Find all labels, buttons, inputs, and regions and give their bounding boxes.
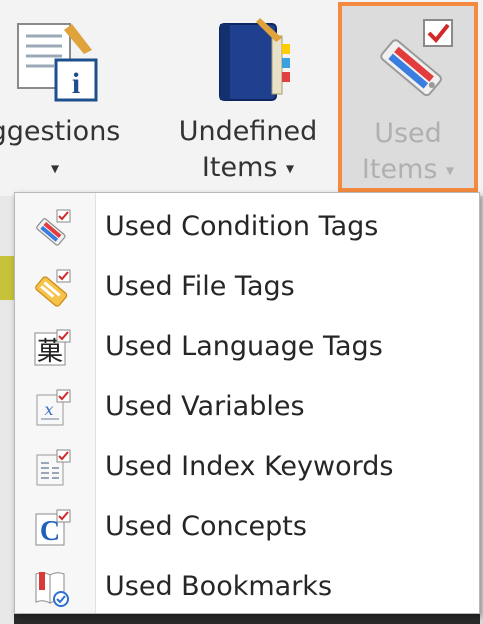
used-items-dropdown-menu: Used Condition Tags Used File Tags 菓 Use… xyxy=(14,192,480,614)
menu-item-label: Used Bookmarks xyxy=(105,571,333,602)
suggestions-info-icon: i xyxy=(17,23,98,102)
svg-text:x: x xyxy=(44,400,53,419)
condition-tags-icon xyxy=(36,209,71,246)
variables-icon: x xyxy=(36,389,71,426)
svg-text:i: i xyxy=(72,67,80,100)
menu-item-label: Used Language Tags xyxy=(105,331,383,362)
index-keywords-icon xyxy=(36,449,71,486)
file-tags-icon xyxy=(35,269,71,307)
menu-item-used-concepts[interactable]: C Used Concepts xyxy=(15,497,479,557)
used-items-button[interactable]: Used Items ▾ xyxy=(338,2,478,192)
menu-item-used-variables[interactable]: x Used Variables xyxy=(15,377,479,437)
undefined-items-button[interactable]: Undefined Items ▾ xyxy=(168,0,328,196)
menu-item-used-bookmarks[interactable]: Used Bookmarks xyxy=(15,557,479,617)
background-panel-left xyxy=(0,196,14,624)
menu-item-label: Used Concepts xyxy=(105,511,307,542)
menu-item-used-language-tags[interactable]: 菓 Used Language Tags xyxy=(15,317,479,377)
menu-item-used-index-keywords[interactable]: Used Index Keywords xyxy=(15,437,479,497)
used-items-label-line1: Used xyxy=(374,118,442,149)
undefined-items-label-line2: Items ▾ xyxy=(201,152,295,183)
undefined-items-label-line1: Undefined xyxy=(178,116,318,147)
language-tags-icon: 菓 xyxy=(34,329,71,367)
book-icon xyxy=(219,18,290,101)
suggestions-label: ggestions xyxy=(0,116,121,147)
suggestions-caret: ▾ xyxy=(50,158,60,178)
ribbon-toolbar: i ggestions ▾ Undefined Items ▾ Used Ite… xyxy=(0,0,483,196)
menu-item-label: Used File Tags xyxy=(105,271,295,302)
menu-item-label: Used Index Keywords xyxy=(105,451,394,482)
used-items-label-line2: Items ▾ xyxy=(361,154,455,185)
menu-item-label: Used Variables xyxy=(105,391,305,422)
used-tags-icon xyxy=(380,19,453,97)
menu-item-used-file-tags[interactable]: Used File Tags xyxy=(15,257,479,317)
concepts-icon: C xyxy=(35,509,71,547)
menu-item-used-condition-tags[interactable]: Used Condition Tags xyxy=(15,197,479,257)
bookmarks-icon xyxy=(35,572,69,607)
menu-item-label: Used Condition Tags xyxy=(105,211,379,242)
suggestions-button[interactable]: i ggestions ▾ xyxy=(0,0,150,196)
